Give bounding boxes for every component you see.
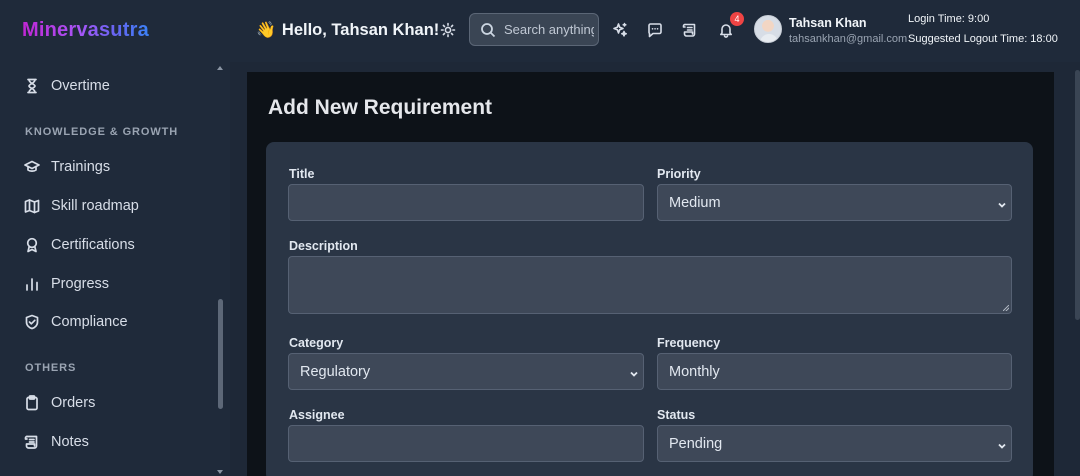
title-label: Title [289,167,315,181]
page-title: Add New Requirement [268,96,493,119]
notes-button[interactable] [680,20,700,40]
shield-check-icon [25,314,39,330]
sidebar-item-label: Certifications [51,237,135,253]
frequency-label: Frequency [657,336,721,350]
sidebar-item-compliance[interactable]: Compliance [24,310,128,334]
sun-icon [440,22,456,38]
section-title-others: OTHERS [25,362,77,374]
sidebar-item-label: Orders [51,395,96,411]
top-header: 👋 Hello, Tahsan Khan! 4 Tahsan Khan tahs… [230,0,1080,62]
bar-chart-icon [26,278,38,291]
description-textarea[interactable] [288,256,1012,314]
category-select[interactable]: Regulatory [288,353,644,390]
sidebar-item-progress[interactable]: Progress [24,272,109,296]
priority-select[interactable]: Medium [657,184,1012,221]
category-label: Category [289,336,344,350]
title-input[interactable] [288,184,644,221]
sidebar-item-notes[interactable]: Notes [24,430,89,454]
graduation-cap-icon [24,160,40,172]
avatar[interactable] [754,15,782,43]
app-logo[interactable]: Minervasutra [22,19,149,42]
status-value: Pending [669,435,723,452]
sidebar-item-overtime[interactable]: Overtime [24,74,110,98]
scroll-icon [24,435,38,449]
messages-button[interactable] [645,20,665,40]
priority-label: Priority [657,167,701,181]
scroll-icon [682,23,696,37]
sparkles-icon [613,22,627,37]
logout-time: Suggested Logout Time: 18:00 [908,33,1058,45]
description-label: Description [289,239,358,253]
sidebar-item-certifications[interactable]: Certifications [24,233,135,257]
message-icon [648,23,662,38]
chevron-down-icon [629,367,639,377]
assignee-input[interactable] [288,425,644,462]
user-email: tahsankhan@gmail.com [789,33,908,45]
clipboard-icon [26,395,38,411]
category-value: Regulatory [300,363,371,380]
sidebar-item-label: Progress [51,276,110,292]
ai-sparkle-button[interactable] [610,20,630,40]
search-icon [481,22,496,37]
sidebar: Minervasutra Overtime KNOWLEDGE & GROWTH… [0,0,230,476]
sidebar-item-label: Skill roadmap [51,198,139,214]
sidebar-item-orders[interactable]: Orders [24,391,95,415]
sidebar-item-trainings[interactable]: Trainings [24,155,110,179]
greeting: 👋 Hello, Tahsan Khan! [256,20,439,40]
greeting-text: Hello, Tahsan Khan! [281,20,440,39]
wave-emoji-icon: 👋 [256,22,276,39]
sidebar-item-label: Notes [51,434,89,450]
award-icon [26,237,38,253]
chevron-down-icon [997,198,1007,208]
sidebar-item-skill-roadmap[interactable]: Skill roadmap [24,194,139,218]
scroll-down-arrow[interactable] [217,470,223,474]
map-icon [24,199,40,214]
scroll-up-arrow[interactable] [217,66,223,70]
status-select[interactable]: Pending [657,425,1012,462]
sidebar-scrollbar-thumb[interactable] [218,299,223,409]
section-title-knowledge: KNOWLEDGE & GROWTH [25,126,179,138]
status-label: Status [657,408,696,422]
sidebar-item-label: Trainings [51,159,111,175]
search-box[interactable] [469,13,599,46]
priority-value: Medium [669,194,721,211]
frequency-input[interactable] [657,353,1012,390]
notification-badge: 4 [730,12,744,26]
sidebar-item-label: Compliance [51,314,128,330]
search-input[interactable] [504,22,594,37]
sidebar-item-label: Overtime [51,78,110,94]
login-time: Login Time: 9:00 [908,13,990,25]
chevron-down-icon [997,439,1007,449]
theme-toggle-button[interactable] [438,20,458,40]
main-scrollbar-thumb[interactable] [1075,70,1080,320]
assignee-label: Assignee [289,408,345,422]
user-name: Tahsan Khan [789,16,867,30]
hourglass-icon [27,78,37,94]
